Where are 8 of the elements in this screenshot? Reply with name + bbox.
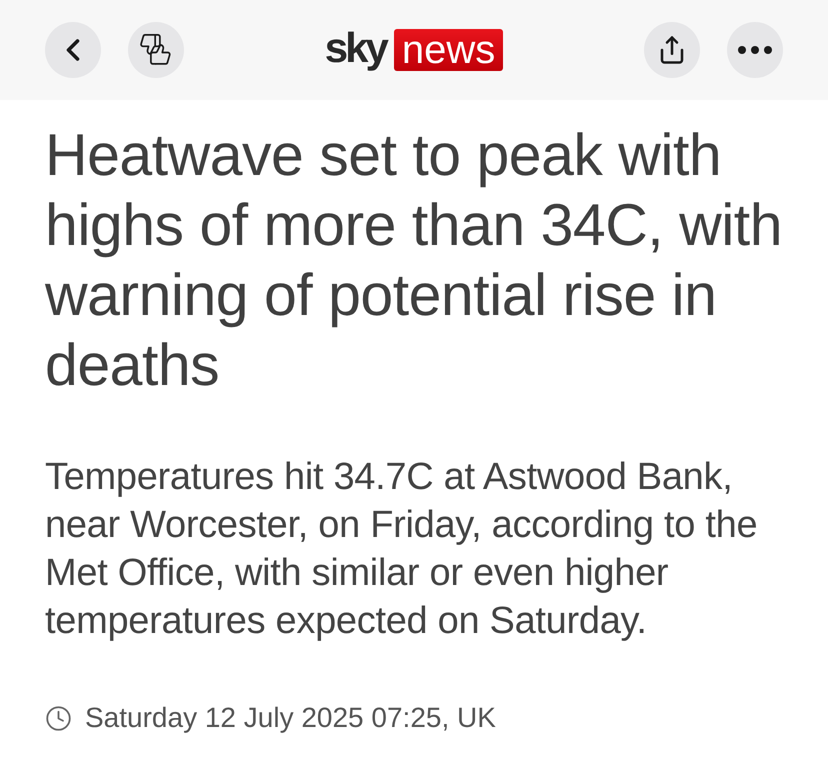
headline: Heatwave set to peak with highs of more than 34C, with warning of potential rise in deaths (45, 121, 784, 400)
clock-icon (45, 704, 72, 732)
logo-badge: news (394, 29, 504, 71)
logo-wordmark: sky (324, 28, 386, 72)
timestamp: Saturday 12 July 2025 07:25, UK (85, 701, 496, 735)
more-icon (738, 46, 772, 54)
thumbs-up-down-icon (139, 33, 173, 67)
summary: Temperatures hit 34.7C at Astwood Bank, near Worcester, on Friday, according to the Met Office, with similar or even higher temperatures expected on Saturday. (45, 455, 758, 644)
